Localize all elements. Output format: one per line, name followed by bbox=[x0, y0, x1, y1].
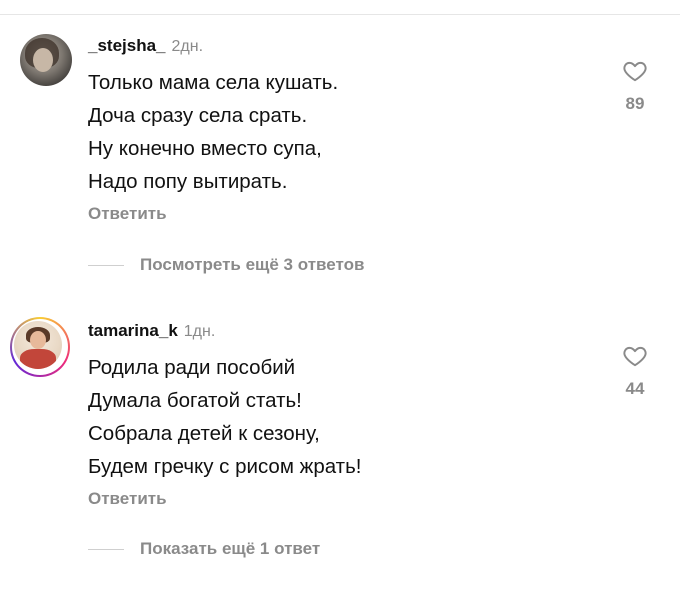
comment-text-line: Только мама села кушать. bbox=[88, 71, 339, 94]
comment-meta: _stejsha_ 2дн. bbox=[88, 36, 203, 57]
view-more-replies-label: Посмотреть ещё 3 ответов bbox=[140, 255, 365, 274]
reply-button[interactable]: Ответить bbox=[88, 489, 167, 509]
like-count: 89 bbox=[625, 94, 645, 113]
timestamp: 1дн. bbox=[183, 323, 216, 340]
comment-text-line: Собрала детей к сезону, bbox=[88, 422, 320, 445]
username[interactable]: _stejsha_ bbox=[88, 36, 166, 55]
comment-text-line: Доча сразу села срать. bbox=[88, 104, 308, 127]
comment-text-line: Будем гречку с рисом жрать! bbox=[88, 455, 362, 478]
top-divider bbox=[0, 14, 680, 15]
view-more-replies-button[interactable]: Посмотреть ещё 3 ответов bbox=[88, 255, 364, 275]
replies-divider-line bbox=[88, 548, 124, 550]
timestamp: 2дн. bbox=[171, 38, 204, 55]
comment-text-line: Родила ради пособий bbox=[88, 356, 296, 379]
comment-text: Родила ради пособий Думала богатой стать… bbox=[88, 351, 361, 483]
comment-meta: tamarina_k 1дн. bbox=[88, 321, 215, 342]
like-area: 44 bbox=[610, 343, 660, 399]
heart-outline-icon[interactable] bbox=[621, 343, 649, 369]
username[interactable]: tamarina_k bbox=[88, 321, 178, 340]
avatar bbox=[14, 321, 62, 369]
comment-text-line: Думала богатой стать! bbox=[88, 389, 302, 412]
avatar[interactable] bbox=[20, 34, 72, 86]
like-count: 44 bbox=[625, 379, 645, 398]
replies-divider-line bbox=[88, 264, 124, 266]
comment-text: Только мама села кушать. Доча сразу села… bbox=[88, 66, 338, 198]
view-more-replies-label: Показать ещё 1 ответ bbox=[140, 539, 321, 558]
reply-button[interactable]: Ответить bbox=[88, 204, 167, 224]
view-more-replies-button[interactable]: Показать ещё 1 ответ bbox=[88, 539, 320, 559]
heart-outline-icon[interactable] bbox=[621, 58, 649, 84]
avatar-story-ring[interactable] bbox=[10, 317, 70, 377]
comment-text-line: Надо попу вытирать. bbox=[88, 170, 288, 193]
comment-text-line: Ну конечно вместо супа, bbox=[88, 137, 322, 160]
like-area: 89 bbox=[610, 58, 660, 114]
